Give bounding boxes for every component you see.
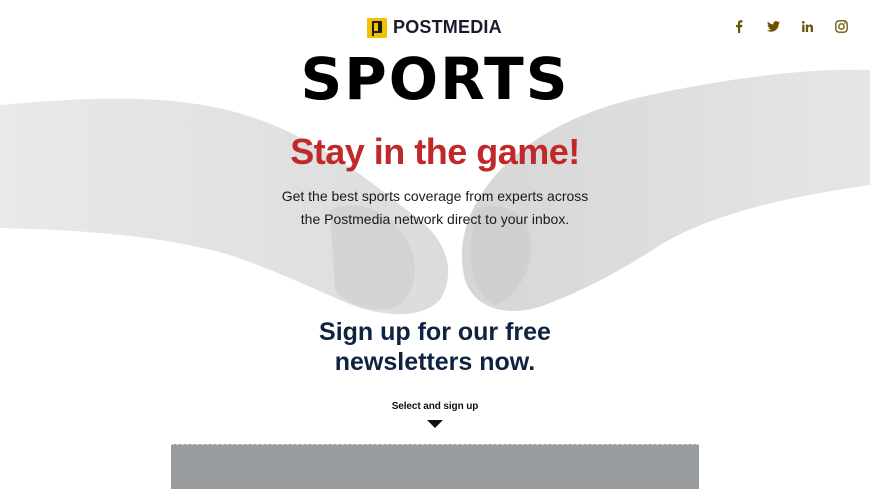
facebook-icon[interactable] (732, 19, 746, 33)
signup-heading-line-1: Sign up for our free (319, 318, 551, 346)
brand-name: POSTMEDIA (393, 17, 502, 37)
hero-description: Get the best sports coverage from expert… (0, 185, 870, 231)
site-header: POSTMEDIA (0, 0, 870, 56)
postmedia-logo-mark-icon (367, 17, 387, 38)
tagline: Stay in the game! (290, 131, 580, 172)
hero-description-line-1: Get the best sports coverage from expert… (281, 188, 589, 204)
select-and-sign-up-label: Select and sign up (391, 401, 479, 412)
linkedin-icon[interactable] (800, 19, 814, 33)
caret-down-icon (427, 420, 443, 428)
hero-description-line-2: the Postmedia network direct to your inb… (300, 211, 570, 227)
newsletter-selection-panel (171, 444, 699, 489)
signup-heading-line-2: newsletters now. (334, 348, 536, 376)
social-links (732, 19, 848, 33)
signup-heading: Sign up for our free newsletters now. (0, 317, 870, 377)
twitter-icon[interactable] (766, 19, 780, 33)
postmedia-logo[interactable]: POSTMEDIA (367, 17, 502, 38)
instagram-icon[interactable] (834, 19, 848, 33)
